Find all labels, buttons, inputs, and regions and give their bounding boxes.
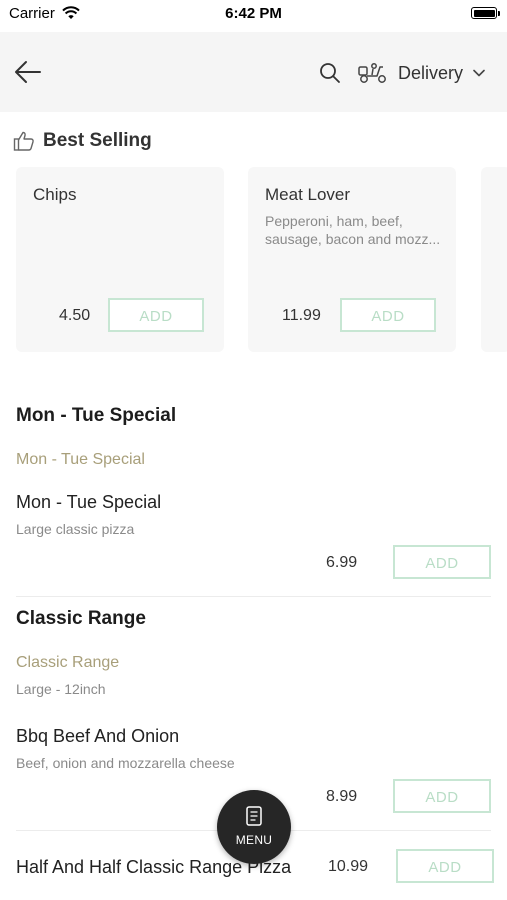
menu-fab-button[interactable]: MENU [217, 790, 291, 864]
menu-item-price: 8.99 [326, 788, 358, 805]
battery-icon [471, 7, 497, 19]
section-title: Classic Range [16, 608, 146, 629]
battery-tip [498, 11, 500, 16]
back-arrow-icon [15, 61, 41, 83]
menu-item-name[interactable]: Bbq Beef And Onion [16, 726, 179, 747]
card-description: Pepperoni, ham, beef, sausage, bacon and… [265, 213, 441, 247]
top-header: Delivery [0, 32, 507, 112]
menu-item-name[interactable]: Mon - Tue Special [16, 492, 161, 513]
menu-item-price: 6.99 [326, 554, 358, 571]
thumbs-up-icon [13, 131, 34, 151]
menu-item-description: Large classic pizza [16, 521, 135, 537]
card-name: Meat Lover [265, 185, 351, 204]
menu-item-price: 10.99 [328, 858, 369, 875]
card-price: 4.50 [59, 307, 91, 324]
add-button[interactable]: ADD [396, 849, 494, 883]
subcategory-label: Mon - Tue Special [16, 451, 145, 468]
chevron-down-icon [473, 69, 485, 77]
best-selling-card-peek[interactable] [481, 167, 507, 352]
best-selling-card[interactable]: Meat Lover Pepperoni, ham, beef, sausage… [248, 167, 456, 352]
add-button[interactable]: ADD [393, 545, 491, 579]
status-bar: Carrier 6:42 PM [0, 0, 507, 30]
subcategory-note: Large - 12inch [16, 681, 106, 697]
search-button[interactable] [319, 62, 341, 84]
divider [16, 596, 491, 597]
best-selling-card[interactable]: Chips 4.50 ADD [16, 167, 224, 352]
menu-item-description: Beef, onion and mozzarella cheese [16, 755, 235, 771]
subcategory-label: Classic Range [16, 654, 120, 671]
best-selling-title: Best Selling [43, 130, 152, 151]
card-name: Chips [33, 185, 77, 204]
card-price: 11.99 [282, 307, 321, 324]
delivery-label: Delivery [398, 62, 464, 83]
delivery-scooter-icon [358, 63, 386, 83]
add-button[interactable]: ADD [393, 779, 491, 813]
menu-book-icon [246, 806, 262, 826]
menu-fab-label: MENU [235, 833, 273, 847]
best-selling-header: Best Selling [13, 130, 152, 152]
back-button[interactable] [14, 59, 42, 85]
section-title: Mon - Tue Special [16, 405, 177, 426]
search-icon [320, 63, 340, 83]
add-button[interactable]: ADD [340, 298, 436, 332]
delivery-mode-selector[interactable]: Delivery [358, 57, 485, 89]
status-time: 6:42 PM [225, 5, 282, 22]
add-button[interactable]: ADD [108, 298, 204, 332]
